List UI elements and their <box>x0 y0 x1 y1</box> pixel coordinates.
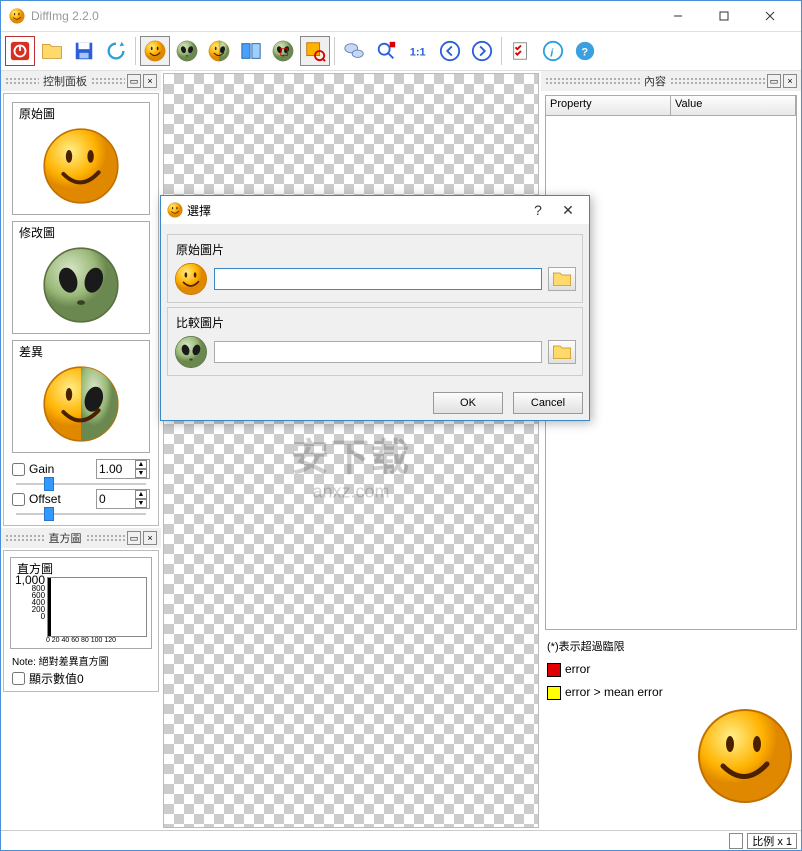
gain-spinner[interactable]: 1.00▲▼ <box>96 459 150 479</box>
offset-label: Offset <box>29 492 61 506</box>
ok-button[interactable]: OK <box>433 392 503 414</box>
app-icon <box>9 8 25 24</box>
view-original-button[interactable] <box>140 36 170 66</box>
offset-spinner[interactable]: 0▲▼ <box>96 489 150 509</box>
statusbar: 比例 x 1 <box>1 830 801 850</box>
dialog-title: 選擇 <box>187 202 523 219</box>
col-property[interactable]: Property <box>546 96 671 115</box>
histogram-xaxis: 0 20 40 60 80 100 120 <box>15 637 147 644</box>
help-button[interactable]: ? <box>570 36 600 66</box>
status-box[interactable] <box>729 833 743 849</box>
view-modified-button[interactable] <box>172 36 202 66</box>
histogram-note: Note: 絕對差異直方圖 <box>12 653 150 668</box>
save-button[interactable] <box>69 36 99 66</box>
svg-text:1:1: 1:1 <box>410 47 426 59</box>
diff-icon <box>41 364 121 444</box>
legend-error-mean: error > mean error <box>547 685 795 700</box>
thumb-original[interactable]: 原始圖 <box>12 102 150 215</box>
histogram-panel-header: 直方圖 ▭ × <box>1 528 161 548</box>
panel-float-button[interactable]: ▭ <box>127 531 141 545</box>
alien-icon <box>174 335 208 369</box>
image-viewport[interactable]: 安下载 anxz.com <box>163 73 539 828</box>
panel-close-button[interactable]: × <box>783 74 797 88</box>
histogram-yaxis: 1,0008006004002000 <box>15 577 47 637</box>
col-value[interactable]: Value <box>671 96 796 115</box>
info-button[interactable]: i <box>538 36 568 66</box>
select-dialog: 選擇 ? ✕ 原始圖片 比較圖片 OK Cancel <box>160 195 590 421</box>
scale-indicator[interactable]: 比例 x 1 <box>747 833 797 849</box>
gain-checkbox[interactable] <box>12 463 25 476</box>
svg-text:i: i <box>550 48 554 60</box>
offset-checkbox[interactable] <box>12 493 25 506</box>
maximize-button[interactable] <box>701 1 747 31</box>
original-path-input[interactable] <box>214 268 542 290</box>
original-group-label: 原始圖片 <box>174 241 226 258</box>
comment-button[interactable] <box>339 36 369 66</box>
smiley-icon <box>174 262 208 296</box>
control-panel-header: 控制面板 ▭ × <box>1 71 161 91</box>
browse-original-button[interactable] <box>548 267 576 291</box>
zoom-rect-button[interactable] <box>300 36 330 66</box>
dialog-close-button[interactable]: ✕ <box>553 202 583 219</box>
show-zero-checkbox[interactable] <box>12 672 25 685</box>
checklist-button[interactable] <box>506 36 536 66</box>
minimize-button[interactable] <box>655 1 701 31</box>
open-button[interactable] <box>37 36 67 66</box>
compare-group-label: 比較圖片 <box>174 314 226 331</box>
close-button[interactable] <box>747 1 793 31</box>
split-view-button[interactable] <box>236 36 266 66</box>
window-title: DiffImg 2.2.0 <box>31 9 655 23</box>
legend-hint: (*)表示超過臨限 <box>547 638 795 654</box>
thumb-diff[interactable]: 差異 <box>12 340 150 453</box>
browse-compare-button[interactable] <box>548 340 576 364</box>
panel-close-button[interactable]: × <box>143 74 157 88</box>
cancel-button[interactable]: Cancel <box>513 392 583 414</box>
alien-icon <box>41 245 121 325</box>
content-panel-header: 內容 ▭ × <box>541 71 801 91</box>
offset-slider[interactable] <box>16 513 146 515</box>
dialog-help-button[interactable]: ? <box>523 202 553 218</box>
prev-button[interactable] <box>435 36 465 66</box>
smiley-icon <box>41 126 121 206</box>
zoom-button[interactable] <box>371 36 401 66</box>
compare-path-input[interactable] <box>214 341 542 363</box>
toolbar: 1:1 i ? <box>1 31 801 71</box>
overlay-button[interactable] <box>268 36 298 66</box>
thumb-modified[interactable]: 修改圖 <box>12 221 150 334</box>
legend-error: error <box>547 662 795 677</box>
svg-text:?: ? <box>581 47 588 59</box>
panel-float-button[interactable]: ▭ <box>127 74 141 88</box>
refresh-button[interactable] <box>101 36 131 66</box>
quit-button[interactable] <box>5 36 35 66</box>
titlebar: DiffImg 2.2.0 <box>1 1 801 31</box>
one-to-one-button[interactable]: 1:1 <box>403 36 433 66</box>
gain-slider[interactable] <box>16 483 146 485</box>
dialog-icon <box>167 202 183 218</box>
next-button[interactable] <box>467 36 497 66</box>
histogram-plot <box>47 577 147 637</box>
gain-label: Gain <box>29 462 54 476</box>
panel-close-button[interactable]: × <box>143 531 157 545</box>
view-diff-button[interactable] <box>204 36 234 66</box>
status-smiley-icon <box>695 706 795 806</box>
panel-float-button[interactable]: ▭ <box>767 74 781 88</box>
